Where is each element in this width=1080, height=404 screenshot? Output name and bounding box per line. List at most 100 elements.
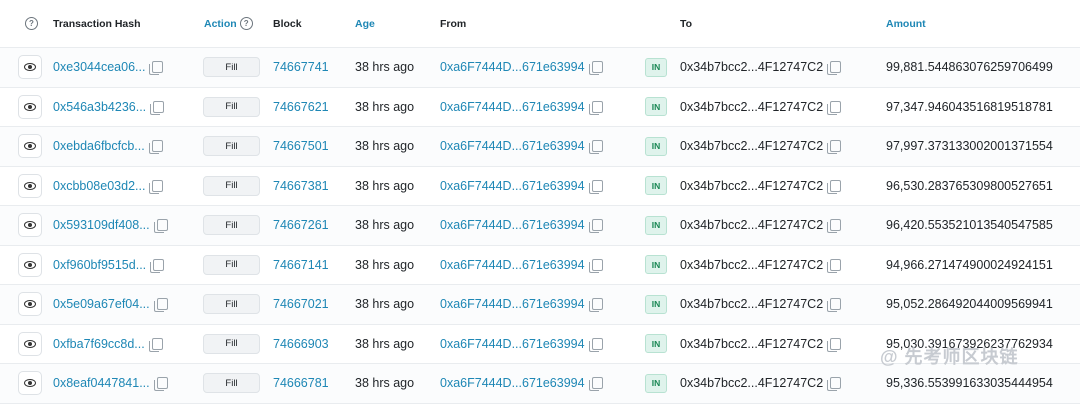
from-cell: 0xa6F7444D...671e63994 [440,48,603,87]
to-address[interactable]: 0x34b7bcc2...4F12747C2 [680,100,823,114]
to-address[interactable]: 0x34b7bcc2...4F12747C2 [680,258,823,272]
view-details-button[interactable] [18,292,42,317]
action-badge: Fill [203,215,260,236]
copy-icon[interactable] [827,377,842,392]
from-address-link[interactable]: 0xa6F7444D...671e63994 [440,376,585,390]
view-details-button[interactable] [18,252,42,277]
copy-icon[interactable] [827,219,842,234]
copy-icon[interactable] [153,298,168,313]
to-address[interactable]: 0x34b7bcc2...4F12747C2 [680,60,823,74]
copy-icon[interactable] [827,258,842,273]
tx-hash-cell: 0x546a3b4236... [53,88,165,127]
block-link[interactable]: 74667741 [273,60,329,74]
block-link[interactable]: 74667381 [273,179,329,193]
action-badge: Fill [203,96,260,117]
copy-icon[interactable] [827,179,842,194]
tx-hash-link[interactable]: 0xfba7f69cc8d... [53,337,145,351]
copy-icon[interactable] [588,140,603,155]
block-link[interactable]: 74666903 [273,337,329,351]
copy-icon[interactable] [588,100,603,115]
tx-hash-link[interactable]: 0xf960bf9515d... [53,258,146,272]
copy-icon[interactable] [149,61,164,76]
view-details-button[interactable] [18,134,42,159]
from-address-link[interactable]: 0xa6F7444D...671e63994 [440,179,585,193]
from-cell: 0xa6F7444D...671e63994 [440,127,603,166]
view-details-button[interactable] [18,331,42,356]
to-address[interactable]: 0x34b7bcc2...4F12747C2 [680,337,823,351]
from-address-link[interactable]: 0xa6F7444D...671e63994 [440,139,585,153]
copy-icon[interactable] [588,179,603,194]
direction-badge: IN [645,294,667,314]
copy-icon[interactable] [588,258,603,273]
tx-hash-link[interactable]: 0xcbb08e03d2... [53,179,145,193]
copy-icon[interactable] [827,337,842,352]
from-cell: 0xa6F7444D...671e63994 [440,325,603,364]
header-age[interactable]: Age [355,0,375,47]
block-link[interactable]: 74666781 [273,376,329,390]
action-cell: Fill [203,206,260,245]
copy-icon[interactable] [827,298,842,313]
tx-hash-link[interactable]: 0x546a3b4236... [53,100,146,114]
copy-icon[interactable] [827,140,842,155]
copy-icon[interactable] [827,61,842,76]
from-address-link[interactable]: 0xa6F7444D...671e63994 [440,258,585,272]
to-address[interactable]: 0x34b7bcc2...4F12747C2 [680,218,823,232]
copy-icon[interactable] [588,219,603,234]
to-address[interactable]: 0x34b7bcc2...4F12747C2 [680,376,823,390]
block-link[interactable]: 74667021 [273,297,329,311]
to-address[interactable]: 0x34b7bcc2...4F12747C2 [680,297,823,311]
direction-cell: IN [645,285,667,324]
tx-hash-link[interactable]: 0xe3044cea06... [53,60,145,74]
copy-icon[interactable] [588,298,603,313]
block-link[interactable]: 74667501 [273,139,329,153]
view-details-button[interactable] [18,55,42,80]
header-help-icon[interactable]: ? [22,0,38,47]
copy-icon[interactable] [150,258,165,273]
tx-hash-link[interactable]: 0x593109df408... [53,218,150,232]
view-details-button[interactable] [18,213,42,238]
copy-icon[interactable] [588,337,603,352]
direction-badge: IN [645,176,667,196]
view-details-button[interactable] [18,173,42,198]
block-cell: 74667141 [273,246,329,285]
direction-badge: IN [645,97,667,117]
copy-icon[interactable] [149,179,164,194]
view-details-button[interactable] [18,371,42,396]
copy-icon[interactable] [588,377,603,392]
tx-hash-cell: 0xebda6fbcfcb... [53,127,163,166]
eye-icon [24,260,36,269]
block-link[interactable]: 74667261 [273,218,329,232]
header-from: From [440,17,467,30]
view-details-button[interactable] [18,94,42,119]
direction-cell: IN [645,48,667,87]
tx-hash-cell: 0xfba7f69cc8d... [53,325,163,364]
copy-icon[interactable] [588,61,603,76]
copy-icon[interactable] [148,140,163,155]
action-help-icon[interactable]: ? [239,17,253,30]
copy-icon[interactable] [148,337,163,352]
tx-hash-link[interactable]: 0x8eaf0447841... [53,376,150,390]
tx-hash-link[interactable]: 0xebda6fbcfcb... [53,139,145,153]
tx-hash-link[interactable]: 0x5e09a67ef04... [53,297,150,311]
header-action[interactable]: Action? [204,0,253,47]
tx-hash-cell: 0x5e09a67ef04... [53,285,168,324]
view-details-cell [18,48,42,87]
from-cell: 0xa6F7444D...671e63994 [440,364,603,403]
from-address-link[interactable]: 0xa6F7444D...671e63994 [440,60,585,74]
block-link[interactable]: 74667621 [273,100,329,114]
block-link[interactable]: 74667141 [273,258,329,272]
from-address-link[interactable]: 0xa6F7444D...671e63994 [440,218,585,232]
from-cell: 0xa6F7444D...671e63994 [440,167,603,206]
to-address[interactable]: 0x34b7bcc2...4F12747C2 [680,179,823,193]
copy-icon[interactable] [153,219,168,234]
from-address-link[interactable]: 0xa6F7444D...671e63994 [440,297,585,311]
from-address-link[interactable]: 0xa6F7444D...671e63994 [440,100,585,114]
copy-icon[interactable] [150,100,165,115]
copy-icon[interactable] [153,377,168,392]
header-amount[interactable]: Amount [886,0,926,47]
from-address-link[interactable]: 0xa6F7444D...671e63994 [440,337,585,351]
copy-icon[interactable] [827,100,842,115]
amount-text: 94,966.271474900024924151 [886,257,1053,272]
to-address[interactable]: 0x34b7bcc2...4F12747C2 [680,139,823,153]
view-details-cell [18,285,42,324]
